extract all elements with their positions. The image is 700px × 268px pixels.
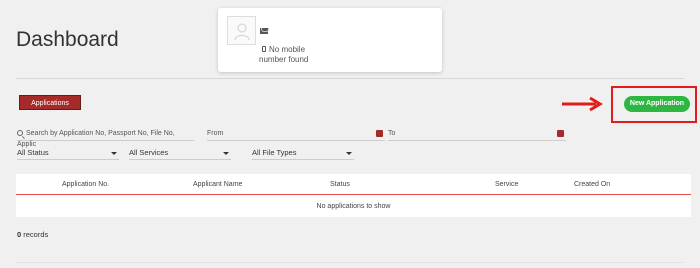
annotation-arrow-icon: [562, 96, 603, 112]
from-label: From: [207, 130, 224, 137]
calendar-icon[interactable]: [557, 130, 564, 137]
services-selected: All Services: [129, 148, 169, 157]
file-types-select[interactable]: All File Types: [252, 147, 354, 160]
file-types-selected: All File Types: [252, 148, 297, 157]
records-number: 0: [17, 230, 22, 239]
column-status[interactable]: Status: [330, 181, 350, 188]
status-select[interactable]: All Status: [17, 147, 119, 160]
applications-table: Application No. Applicant Name Status Se…: [16, 174, 691, 217]
page-title: Dashboard: [16, 28, 119, 51]
column-application-no[interactable]: Application No.: [62, 181, 109, 188]
search-input[interactable]: Search by Application No, Passport No, F…: [17, 128, 194, 148]
phone-icon: [262, 46, 266, 52]
column-applicant-name[interactable]: Applicant Name: [193, 181, 242, 188]
search-placeholder: Search by Application No, Passport No, F…: [17, 130, 175, 148]
column-service[interactable]: Service: [495, 181, 518, 188]
search-icon: [17, 130, 23, 136]
new-application-button[interactable]: New Application: [624, 96, 690, 112]
mail-icon: [260, 28, 269, 34]
footer-divider: [16, 262, 684, 263]
to-date-field[interactable]: To: [388, 128, 566, 141]
column-created-on[interactable]: Created On: [574, 181, 610, 188]
to-label: To: [388, 130, 396, 137]
tab-applications[interactable]: Applications: [19, 95, 81, 110]
table-header: Application No. Applicant Name Status Se…: [16, 174, 691, 195]
services-select[interactable]: All Services: [129, 147, 231, 160]
chevron-down-icon: [223, 152, 229, 155]
mobile-status-line1: No mobile: [269, 45, 306, 54]
records-label: records: [23, 230, 49, 239]
empty-table-message: No applications to show: [316, 203, 391, 210]
profile-card: No mobile number found: [218, 8, 442, 72]
mobile-status-line2: number found: [259, 55, 309, 64]
avatar: [227, 16, 256, 45]
from-date-field[interactable]: From: [207, 128, 385, 141]
header-divider: [16, 78, 684, 79]
chevron-down-icon: [346, 152, 352, 155]
calendar-icon[interactable]: [376, 130, 383, 137]
status-selected: All Status: [17, 148, 49, 157]
user-icon: [234, 23, 250, 41]
chevron-down-icon: [111, 152, 117, 155]
records-count: 0 records: [17, 230, 48, 239]
